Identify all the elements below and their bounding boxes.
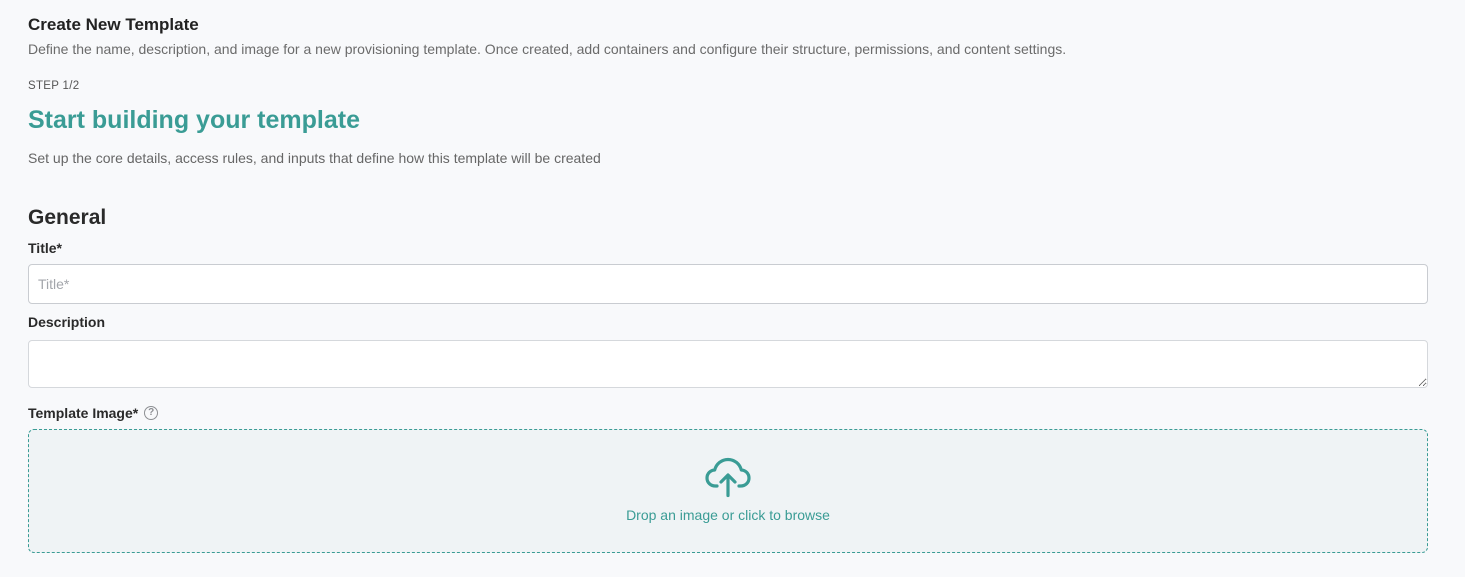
step-description: Set up the core details, access rules, a… [28, 150, 601, 166]
title-input[interactable] [28, 264, 1428, 304]
title-label-text: Title* [28, 240, 62, 256]
step-title: Start building your template [28, 106, 360, 134]
template-image-label-text: Template Image* [28, 405, 139, 421]
step-indicator: STEP 1/2 [28, 80, 80, 92]
page-title: Create New Template [28, 15, 199, 34]
image-dropzone[interactable]: Drop an image or click to browse [28, 429, 1428, 553]
cloud-upload-icon [705, 457, 751, 498]
create-template-page: Create New Template Define the name, des… [28, 14, 1428, 553]
dropzone-text: Drop an image or click to browse [626, 507, 830, 523]
description-field-label: Description [28, 313, 1428, 331]
description-textarea[interactable] [28, 340, 1428, 388]
page-description: Define the name, description, and image … [28, 41, 1067, 57]
description-label-text: Description [28, 314, 106, 330]
template-image-field-label: Template Image* ? [28, 404, 1428, 422]
title-field-label: Title* [28, 239, 1428, 257]
section-title-general: General [28, 206, 107, 229]
question-circle-icon[interactable]: ? [144, 406, 159, 420]
